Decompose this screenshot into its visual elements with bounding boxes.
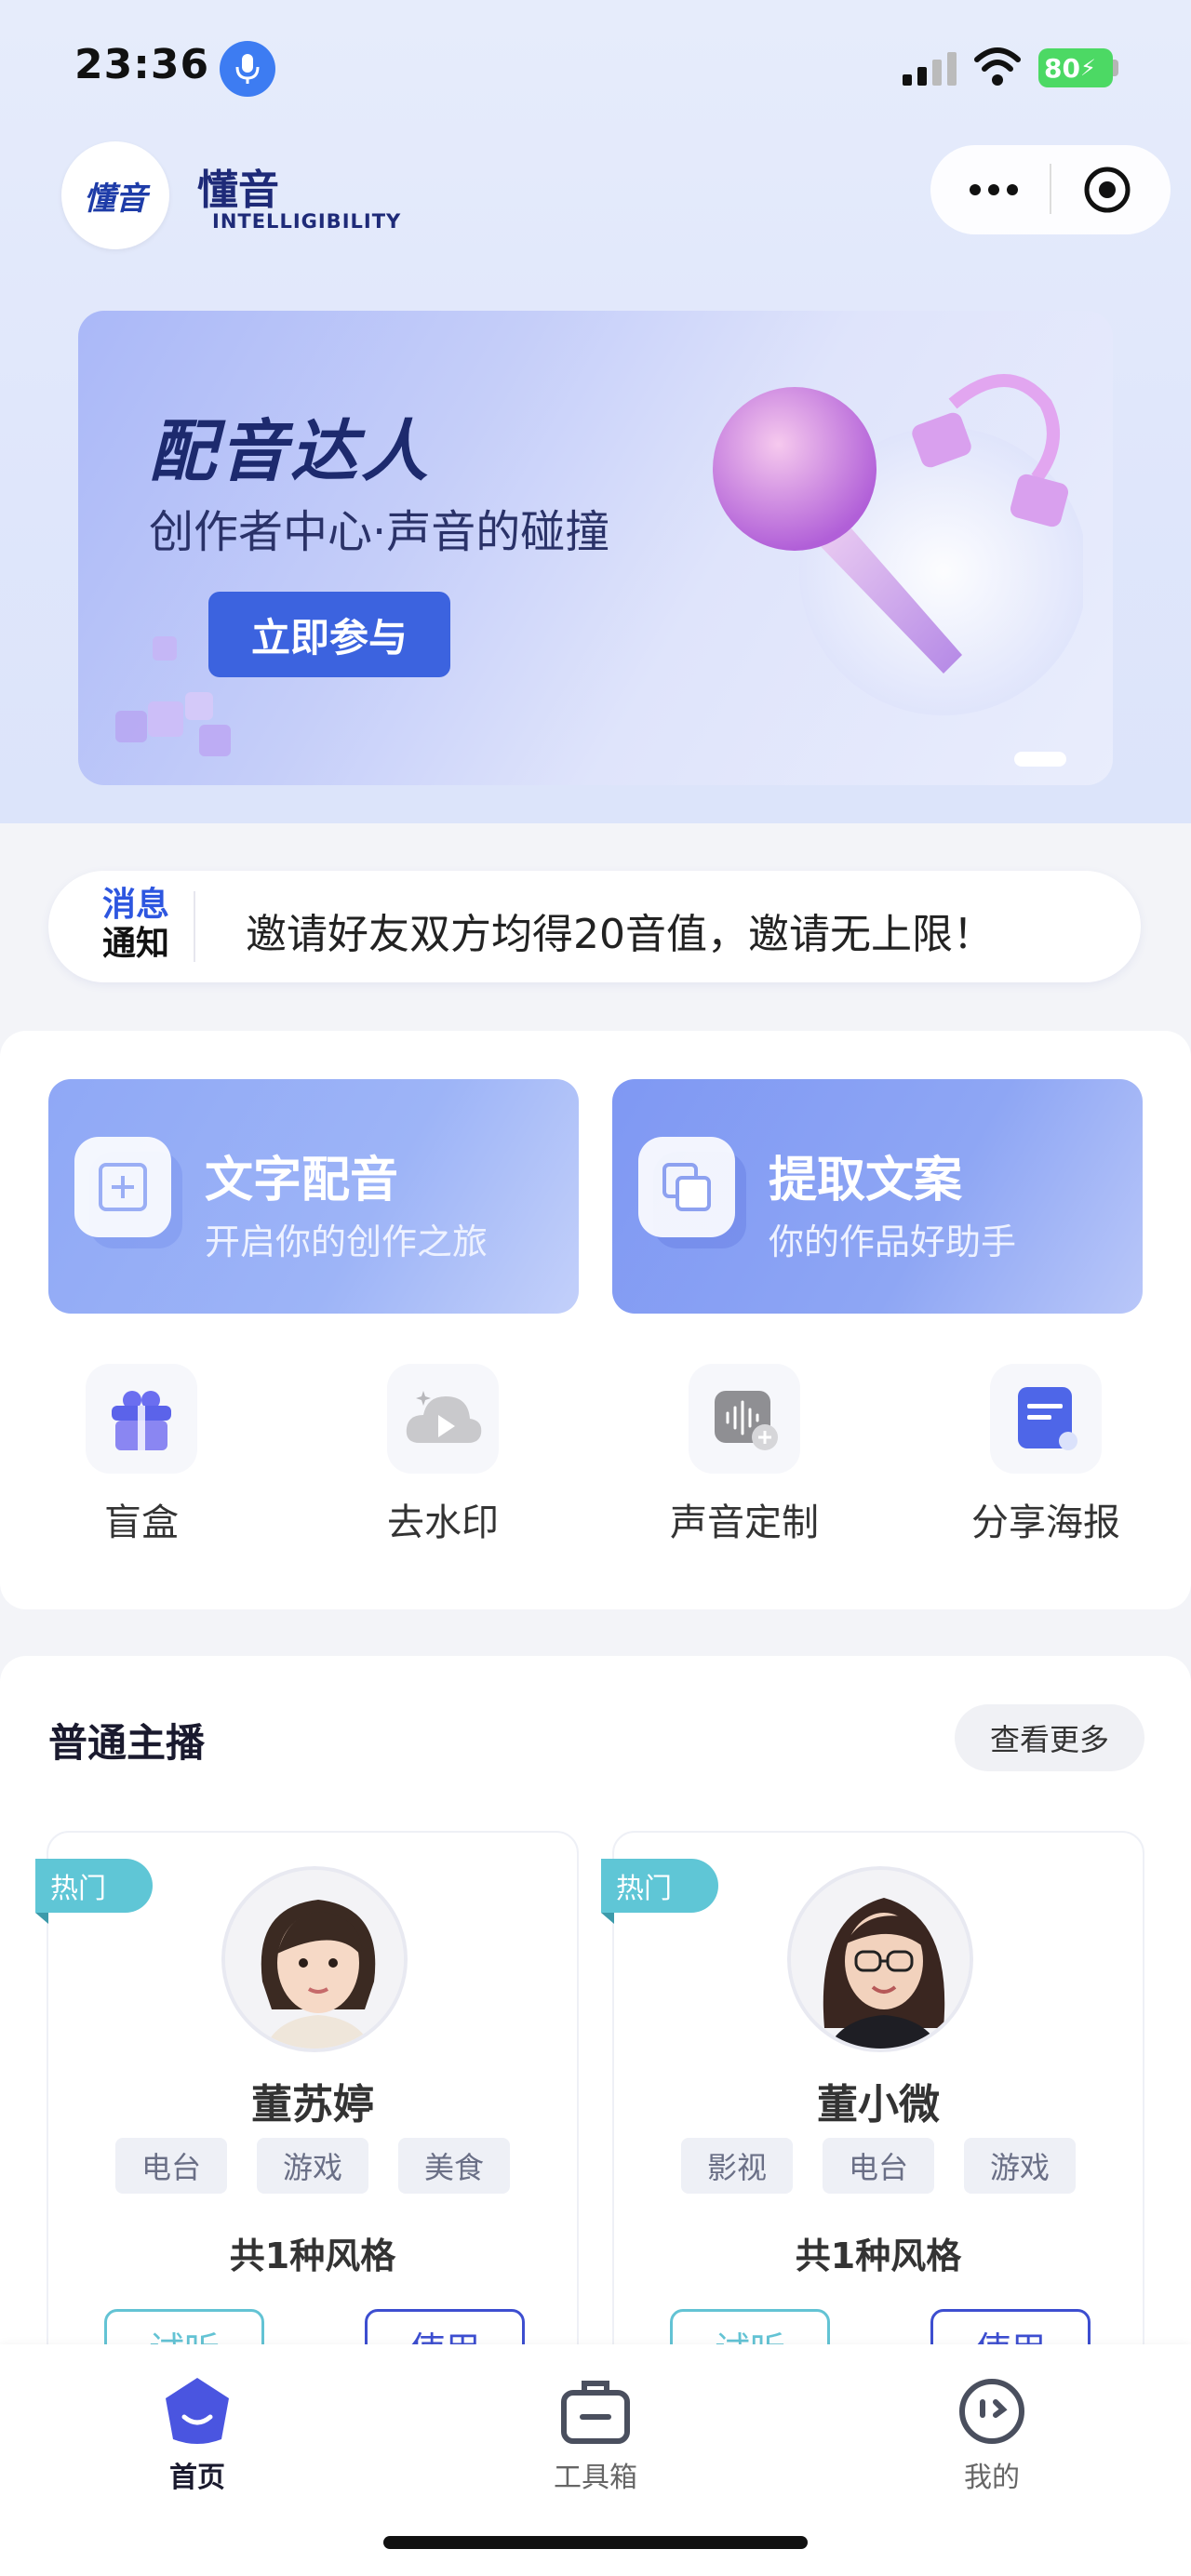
battery-tip	[1113, 60, 1118, 76]
tag: 美食	[398, 2138, 510, 2194]
charging-bolt-icon: ⚡	[1079, 55, 1096, 81]
wifi-icon	[974, 47, 1021, 86]
cellular-signal-icon	[903, 52, 957, 86]
anchor-tags: 影视 电台 游戏	[614, 2138, 1143, 2194]
carousel-indicator	[1014, 752, 1066, 767]
brand-name-en: INTELLIGIBILITY	[212, 210, 402, 233]
add-document-icon	[74, 1137, 182, 1248]
capsule-divider	[1050, 164, 1051, 214]
voice-custom-button[interactable]: 声音定制	[651, 1364, 837, 1550]
tab-toolbox-label: 工具箱	[554, 2462, 637, 2494]
home-indicator	[383, 2536, 808, 2549]
notice-divider	[194, 891, 195, 962]
tab-home[interactable]: 首页	[104, 2357, 290, 2497]
poster-icon	[990, 1364, 1102, 1474]
text-dubbing-button[interactable]: 文字配音 开启你的创作之旅	[48, 1079, 579, 1314]
extract-copy-subtitle: 你的作品好助手	[769, 1223, 1017, 1262]
tab-toolbox[interactable]: 工具箱	[502, 2357, 689, 2497]
banner-title: 配音达人	[149, 412, 433, 490]
text-dubbing-title: 文字配音	[205, 1154, 399, 1208]
avatar	[221, 1866, 408, 2052]
notice-badge-line1: 消息	[101, 886, 169, 924]
share-poster-label: 分享海报	[971, 1502, 1120, 1544]
avatar	[787, 1866, 973, 2052]
promo-banner[interactable]: 配音达人 创作者中心·声音的碰撞 立即参与	[78, 311, 1113, 785]
extract-copy-title: 提取文案	[769, 1154, 963, 1208]
microphone-headphones-illustration	[713, 374, 1083, 715]
extract-copy-button[interactable]: 提取文案 你的作品好助手	[612, 1079, 1143, 1314]
text-dubbing-subtitle: 开启你的创作之旅	[205, 1223, 488, 1262]
remove-watermark-label: 去水印	[387, 1502, 499, 1544]
tag: 游戏	[257, 2138, 368, 2194]
anchor-name: 董苏婷	[251, 2081, 374, 2129]
view-more-button[interactable]: 查看更多	[955, 1704, 1144, 1771]
anchor-card[interactable]: 热门 董苏婷 电台 游戏 美食 共1种风格 试听 使用	[35, 1831, 579, 2389]
share-poster-button[interactable]: 分享海报	[953, 1364, 1139, 1550]
hot-badge: 热门	[601, 1859, 718, 1913]
voice-custom-label: 声音定制	[670, 1502, 819, 1544]
tag: 电台	[823, 2138, 934, 2194]
decorative-cubes-icon	[115, 636, 231, 756]
style-count: 共1种风格	[229, 2236, 396, 2276]
notice-text: 邀请好友双方均得20音值，邀请无上限！	[246, 911, 994, 958]
features-card: 文字配音 开启你的创作之旅 提取文案 你的作品好助手 盲盒 去水印 声音定制 分…	[0, 1031, 1191, 1609]
tag: 游戏	[964, 2138, 1076, 2194]
more-options-icon[interactable]	[964, 164, 1024, 216]
blind-box-label: 盲盒	[104, 1502, 179, 1544]
banner-subtitle: 创作者中心·声音的碰撞	[149, 506, 610, 558]
voice-custom-icon	[689, 1364, 800, 1474]
tab-profile-label: 我的	[964, 2462, 1020, 2494]
anchor-name: 董小微	[817, 2081, 940, 2129]
tag: 影视	[681, 2138, 793, 2194]
anchor-card[interactable]: 热门 董小微 影视 电台 游戏 共1种风格 试听 使用	[601, 1831, 1144, 2389]
status-time: 23:36	[74, 41, 210, 88]
section-title: 普通主播	[48, 1720, 206, 1766]
style-count: 共1种风格	[795, 2236, 962, 2276]
tab-profile[interactable]: 我的	[899, 2357, 1085, 2497]
notice-badge-line2: 通知	[101, 925, 169, 963]
toolbox-icon	[561, 2381, 630, 2444]
tag: 电台	[115, 2138, 227, 2194]
profile-face-icon	[959, 2379, 1024, 2444]
battery-level: 80	[1044, 52, 1080, 84]
status-bar: 23:36 80 ⚡	[0, 0, 1191, 140]
battery-indicator: 80 ⚡	[1038, 48, 1113, 87]
gift-box-icon	[86, 1364, 197, 1474]
home-face-icon	[166, 2378, 229, 2444]
cloud-video-icon	[387, 1364, 499, 1474]
microphone-indicator-icon	[220, 41, 275, 97]
blind-box-button[interactable]: 盲盒	[48, 1364, 234, 1550]
remove-watermark-button[interactable]: 去水印	[350, 1364, 536, 1550]
hot-badge-fold	[601, 1913, 614, 1924]
close-target-icon[interactable]	[1079, 162, 1135, 218]
hot-badge-fold	[35, 1913, 48, 1924]
anchor-tags: 电台 游戏 美食	[48, 2138, 577, 2194]
logo-text: 懂音	[84, 180, 147, 218]
notice-bar[interactable]: 消息 通知 邀请好友双方均得20音值，邀请无上限！	[48, 871, 1141, 982]
brand-name-cn: 懂音	[197, 167, 279, 214]
hot-badge: 热门	[35, 1859, 153, 1913]
notice-badge: 消息 通知	[91, 886, 181, 968]
tab-home-label: 首页	[169, 2462, 225, 2494]
app-logo: 懂音	[61, 141, 169, 249]
copy-icon	[638, 1137, 746, 1248]
